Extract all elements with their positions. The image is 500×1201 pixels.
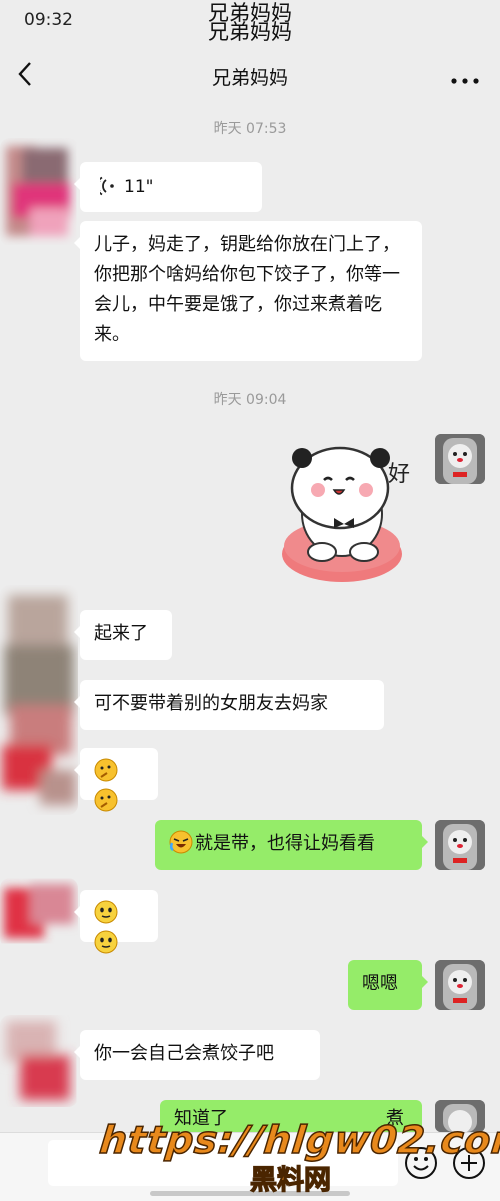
crying-laugh-emoji-icon — [169, 830, 193, 854]
avatar[interactable] — [0, 878, 78, 948]
message-bubble[interactable] — [74, 890, 158, 954]
avatar[interactable] — [0, 1015, 78, 1107]
message-bubble[interactable]: 儿子，妈走了，钥匙给你放在门上了，你把那个啥妈给你包下饺子了，你等一会儿，中午要… — [74, 221, 422, 361]
thinking-emoji-icon — [94, 758, 118, 782]
timestamp: 昨天 09:04 — [213, 392, 287, 408]
avatar[interactable] — [0, 138, 78, 246]
smile-emoji-icon — [94, 900, 118, 924]
message-bubble[interactable]: 可不要带着别的女朋友去妈家 — [74, 680, 384, 730]
timestamp: 昨天 07:53 — [213, 121, 287, 137]
voice-icon — [96, 176, 116, 206]
more-icon[interactable] — [450, 70, 480, 84]
message-text: 起来了 — [94, 623, 148, 644]
message-bubble[interactable]: 起来了 — [74, 610, 172, 660]
avatar-self[interactable] — [435, 434, 485, 484]
watermark-url: https://hlgw02.com — [97, 1117, 500, 1163]
avatar[interactable] — [0, 585, 78, 815]
avatar-self[interactable] — [435, 820, 485, 870]
voice-message[interactable]: 11" — [74, 162, 262, 212]
my-message-bubble[interactable]: 就是带，也得让妈看看 — [155, 820, 428, 870]
title-ghost-2: 兄弟妈妈 — [208, 20, 292, 44]
voice-duration: 11" — [124, 177, 154, 197]
message-bubble[interactable] — [74, 748, 158, 812]
chat-title: 兄弟妈妈 — [211, 67, 288, 89]
my-message-bubble[interactable]: 嗯嗯 — [348, 960, 428, 1010]
watermark-site: 黑料网 — [249, 1164, 331, 1196]
thinking-emoji-icon — [94, 788, 118, 812]
message-text: 可不要带着别的女朋友去妈家 — [94, 693, 328, 714]
panda-sticker[interactable]: 好 — [280, 434, 420, 584]
message-bubble[interactable]: 你一会自己会煮饺子吧 — [74, 1030, 320, 1080]
smile-emoji-icon — [94, 930, 118, 954]
message-text: 你一会自己会煮饺子吧 — [94, 1043, 274, 1064]
sticker-text: 好 — [388, 462, 411, 487]
message-text: 儿子，妈走了，钥匙给你放在门上了，你把那个啥妈给你包下饺子了，你等一会儿，中午要… — [94, 234, 400, 345]
avatar-self[interactable] — [435, 960, 485, 1010]
message-text: 就是带，也得让妈看看 — [195, 833, 375, 854]
message-text: 嗯嗯 — [362, 973, 398, 994]
